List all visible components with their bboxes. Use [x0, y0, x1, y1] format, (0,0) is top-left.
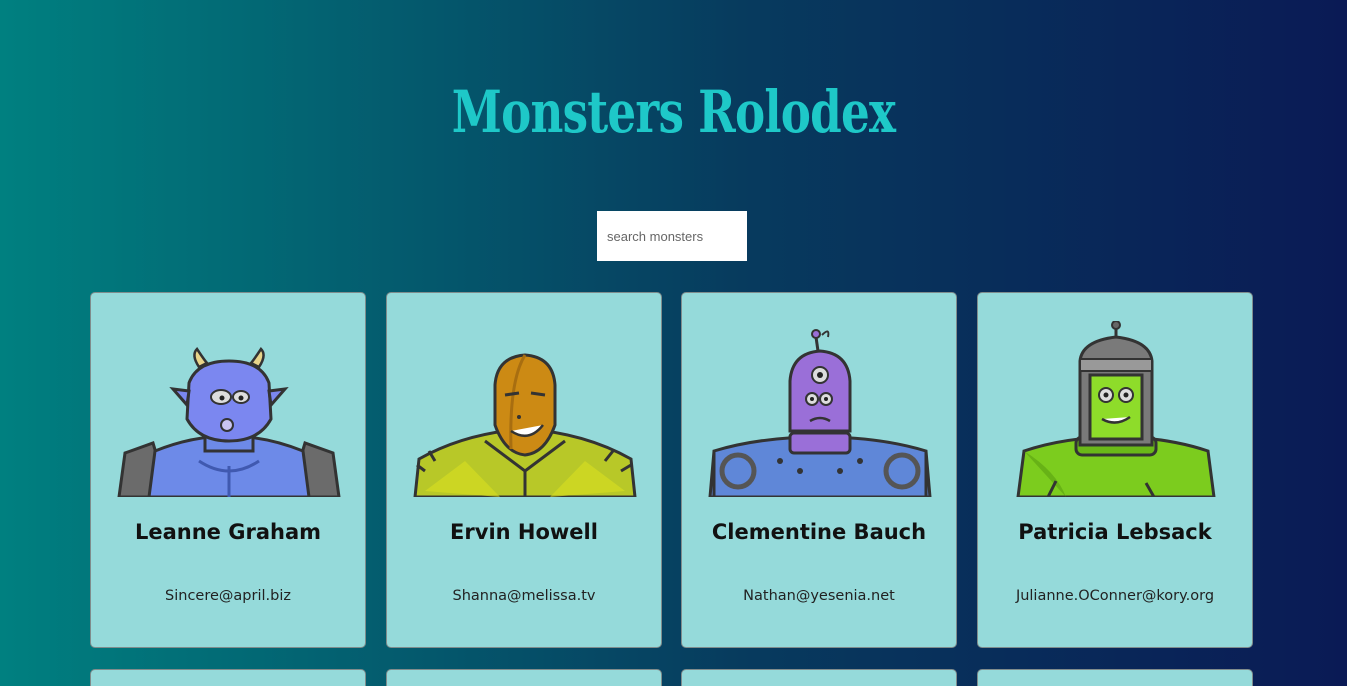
monster-card[interactable]: Clementine Bauch Nathan@yesenia.net [681, 292, 957, 648]
monster-card[interactable] [386, 669, 662, 686]
monster-name: Clementine Bauch [711, 520, 927, 544]
purple-cyclops-robot-monster-icon [708, 329, 932, 497]
monster-card[interactable] [681, 669, 957, 686]
green-frankenstein-monster-icon [1016, 321, 1216, 497]
monster-name: Leanne Graham [134, 520, 322, 544]
monster-name: Ervin Howell [450, 520, 598, 544]
blue-horned-monster-icon [117, 347, 341, 497]
monster-email: Julianne.OConner@kory.org [1015, 588, 1215, 604]
monster-card[interactable]: Ervin Howell Shanna@melissa.tv [386, 292, 662, 648]
monster-card[interactable]: Leanne Graham Sincere@april.biz [90, 292, 366, 648]
monster-card[interactable] [90, 669, 366, 686]
monster-email: Shanna@melissa.tv [452, 588, 596, 604]
orange-spiky-monster-icon [413, 353, 637, 497]
monster-email: Nathan@yesenia.net [743, 588, 895, 604]
page-title: Monsters Rolodex [451, 78, 896, 146]
monster-card[interactable] [977, 669, 1253, 686]
monster-email: Sincere@april.biz [165, 588, 291, 604]
search-input[interactable] [597, 211, 747, 261]
monster-name: Patricia Lebsack [1018, 520, 1212, 544]
monster-card[interactable]: Patricia Lebsack Julianne.OConner@kory.o… [977, 292, 1253, 648]
